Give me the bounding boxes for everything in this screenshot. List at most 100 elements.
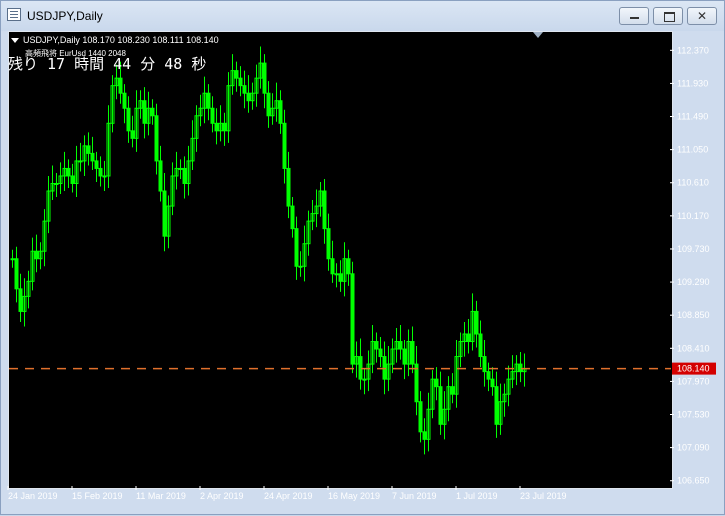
candle-body bbox=[154, 115, 159, 162]
candle-countdown: 残り 17 時間 44 分 48 秒 bbox=[8, 55, 207, 73]
candle-body bbox=[494, 386, 499, 425]
minimize-icon bbox=[630, 17, 639, 19]
candle-body bbox=[246, 92, 251, 102]
current-price-label: 108.140 bbox=[677, 364, 710, 374]
candle-body bbox=[418, 401, 423, 433]
candle-body bbox=[54, 182, 59, 185]
candle-body bbox=[178, 167, 183, 170]
candle-body bbox=[478, 333, 483, 358]
x-tick-label: 24 Apr 2019 bbox=[264, 491, 313, 501]
candle-body bbox=[34, 250, 39, 260]
price-chart[interactable]: 112.370 111.930 111.490 111.050 110.610 110.1… bbox=[1, 31, 725, 516]
chart-info-line: USDJPY,Daily 108.170 108.230 108.111 108… bbox=[11, 35, 219, 45]
candle-body bbox=[286, 167, 291, 207]
candle-body bbox=[262, 62, 267, 94]
candle-body bbox=[70, 175, 75, 184]
candle-body bbox=[346, 258, 351, 275]
candle-body bbox=[322, 190, 327, 230]
symbol-ohlc: USDJPY,Daily 108.170 108.230 108.111 108… bbox=[23, 35, 219, 45]
candle-body bbox=[238, 77, 243, 87]
candle-body bbox=[422, 431, 427, 440]
candle-body bbox=[182, 167, 187, 184]
candle-body bbox=[214, 122, 219, 132]
candle-body bbox=[290, 205, 295, 230]
candle-body bbox=[330, 258, 335, 275]
candle-body bbox=[466, 333, 471, 343]
x-tick-label: 1 Jul 2019 bbox=[456, 491, 498, 501]
candle-body bbox=[398, 341, 403, 350]
y-tick-label: 112.370 bbox=[677, 45, 709, 55]
y-tick-label: 108.850 bbox=[677, 310, 710, 320]
terminal-window: USDJPY,Daily ✕ 112.370 111.930 111.490 111.… bbox=[0, 0, 725, 515]
candle-body bbox=[234, 70, 239, 79]
candle-body bbox=[90, 152, 95, 162]
y-tick-label: 107.530 bbox=[677, 410, 710, 420]
x-tick-label: 24 Jan 2019 bbox=[8, 491, 58, 501]
candle-body bbox=[210, 107, 215, 124]
window-title: USDJPY,Daily bbox=[27, 9, 103, 23]
candle-body bbox=[122, 92, 127, 109]
x-tick-label: 7 Jun 2019 bbox=[392, 491, 437, 501]
y-tick-label: 109.730 bbox=[677, 244, 710, 254]
x-tick-label: 15 Feb 2019 bbox=[72, 491, 123, 501]
x-tick-label: 16 May 2019 bbox=[328, 491, 380, 501]
x-tick-label: 2 Apr 2019 bbox=[200, 491, 244, 501]
candle-body bbox=[282, 122, 287, 169]
chart-window-icon bbox=[7, 8, 21, 21]
candle-body bbox=[102, 175, 107, 178]
candle-body bbox=[438, 386, 443, 425]
candle-body bbox=[150, 107, 155, 117]
title-bar[interactable]: USDJPY,Daily ✕ bbox=[1, 1, 724, 31]
candle-body bbox=[482, 356, 487, 373]
candle-body bbox=[518, 363, 523, 373]
candle-body bbox=[298, 265, 303, 268]
candle-body bbox=[278, 100, 283, 124]
candle-body bbox=[474, 310, 479, 335]
candle-body bbox=[490, 378, 495, 388]
candle-body bbox=[98, 167, 103, 177]
candle-body bbox=[158, 160, 163, 192]
x-tick-label: 11 Mar 2019 bbox=[136, 491, 186, 501]
candle-body bbox=[410, 341, 415, 365]
y-tick-label: 111.490 bbox=[677, 112, 708, 122]
close-button[interactable]: ✕ bbox=[687, 7, 717, 25]
candle-body bbox=[142, 100, 147, 124]
candle-body bbox=[266, 92, 271, 117]
candle-body bbox=[374, 341, 379, 350]
y-tick-label: 109.290 bbox=[677, 277, 710, 287]
candle-body bbox=[486, 371, 491, 380]
maximize-icon bbox=[664, 12, 675, 22]
candle-body bbox=[338, 273, 343, 282]
candle-body bbox=[94, 160, 99, 169]
candle-body bbox=[242, 85, 247, 94]
candle-body bbox=[18, 288, 23, 312]
candle-body bbox=[86, 145, 91, 154]
candle-body bbox=[10, 258, 15, 261]
candle-body bbox=[222, 122, 227, 132]
candle-body bbox=[162, 190, 167, 237]
candle-body bbox=[206, 92, 211, 109]
candle-body bbox=[14, 258, 19, 290]
candle-body bbox=[350, 273, 355, 365]
candle-body bbox=[358, 356, 363, 380]
y-tick-label: 111.930 bbox=[677, 78, 708, 88]
candle-body bbox=[334, 273, 339, 276]
y-tick-label: 111.050 bbox=[677, 145, 708, 155]
minimize-button[interactable] bbox=[619, 7, 649, 25]
candle-body bbox=[414, 363, 419, 403]
dropdown-arrow-icon[interactable] bbox=[11, 38, 19, 44]
candle-body bbox=[126, 107, 131, 132]
candle-body bbox=[66, 167, 71, 177]
candle-body bbox=[362, 378, 367, 381]
maximize-button[interactable] bbox=[653, 7, 683, 25]
candle-body bbox=[326, 228, 331, 260]
candle-body bbox=[378, 348, 383, 358]
x-tick-label: 23 Jul 2019 bbox=[520, 491, 567, 501]
y-tick-label: 107.970 bbox=[677, 376, 710, 386]
candle-body bbox=[130, 130, 135, 139]
y-tick-label: 108.410 bbox=[677, 343, 710, 353]
candle-body bbox=[78, 160, 83, 163]
candle-body bbox=[382, 356, 387, 380]
y-tick-label: 110.610 bbox=[677, 178, 709, 188]
candle-body bbox=[402, 348, 407, 365]
